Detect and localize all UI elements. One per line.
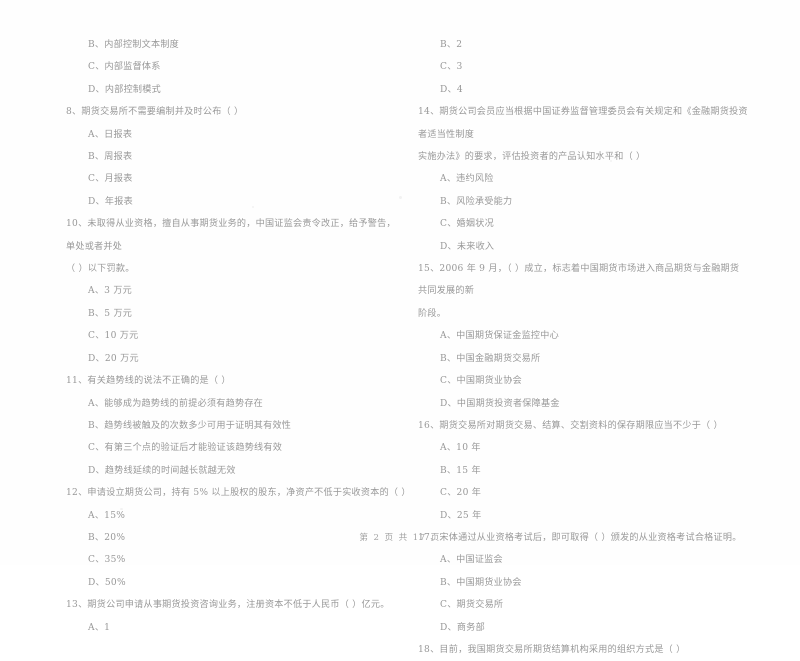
answer-option: D、年报表 (88, 196, 133, 207)
answer-option: B、15 年 (440, 465, 481, 476)
question-text: 18、目前，我国期货交易所期货结算机构采用的组织方式是（ ） (418, 644, 686, 655)
answer-option: C、有第三个点的验证后才能验证该趋势线有效 (88, 443, 283, 454)
question-text-continuation: （ ）以下罚款。 (66, 264, 135, 275)
answer-option: D、4 (440, 84, 463, 95)
question-stem: 18、目前，我国期货交易所期货结算机构采用的组织方式是（ ） (418, 639, 748, 661)
question-text: 8、期货交易所不需要编制并及时公布（ ） (66, 107, 244, 118)
question-stem: 8、期货交易所不需要编制并及时公布（ ） (66, 101, 396, 123)
answer-option: B、中国期货业协会 (440, 577, 522, 588)
answer-option: A、日报表 (88, 129, 133, 140)
answer-option: A、3 万元 (88, 286, 133, 297)
answer-option: B、风险承受能力 (440, 196, 513, 207)
question-text: 11、有关趋势线的说法不正确的是（ ） (66, 376, 231, 387)
answer-option: A、能够成为趋势线的前提必须有趋势存在 (88, 398, 264, 409)
question-text: 14、期货公司会员应当根据中国证券监督管理委员会有关规定和《金融期货投资者适当性… (418, 107, 748, 140)
answer-option: C、10 万元 (88, 331, 139, 342)
answer-option: A、违约风险 (440, 174, 494, 185)
answer-option: D、25 年 (440, 510, 482, 521)
question-stem: 16、期货交易所对期货交易、结算、交割资料的保存期限应当不少于（ ） (418, 415, 748, 437)
answer-option: D、20 万元 (88, 353, 139, 364)
question-text: 15、2006 年 9 月，（ ）成立，标志着中国期货市场进入商品期货与金融期货… (418, 264, 740, 297)
answer-option: D、50% (88, 577, 126, 588)
answer-option: B、内部控制文本制度 (88, 40, 180, 50)
answer-option: D、商务部 (440, 622, 485, 633)
question-stem: 13、期货公司申请从事期货投资咨询业务，注册资本不低于人民币（ ）亿元。 (66, 594, 396, 616)
answer-option: C、20 年 (440, 488, 482, 499)
answer-option: C、3 (440, 62, 463, 73)
question-stem: 15、2006 年 9 月，（ ）成立，标志着中国期货市场进入商品期货与金融期货… (418, 258, 748, 325)
answer-option: D、趋势线延续的时间越长就越无效 (88, 465, 236, 476)
answer-option: D、中国期货投资者保障基金 (440, 398, 560, 409)
answer-option: A、15% (88, 510, 126, 521)
answer-option: B、趋势线被触及的次数多少可用于证明其有效性 (88, 420, 292, 431)
answer-option: C、婚姻状况 (440, 219, 494, 230)
right-column: B、2 C、3 D、4 14、期货公司会员应当根据中国证券监督管理委员会有关规定和《金… (418, 34, 748, 661)
answer-option: A、中国证监会 (440, 555, 503, 566)
answer-option: B、周报表 (88, 152, 133, 163)
answer-option: A、中国期货保证金监控中心 (440, 331, 559, 342)
question-text-continuation: 实施办法》的要求，评估投资者的产品认知水平和（ ） (418, 152, 646, 163)
question-text: 12、申请设立期货公司，持有 5% 以上股权的股东，净资产不低于实收资本的（ ） (66, 488, 411, 499)
question-stem: 14、期货公司会员应当根据中国证券监督管理委员会有关规定和《金融期货投资者适当性… (418, 101, 748, 168)
question-stem: 10、未取得从业资格，擅自从事期货业务的，中国证监会责令改正，给予警告，单处或者… (66, 213, 396, 280)
answer-option: C、中国期货业协会 (440, 376, 522, 387)
answer-option: A、10 年 (440, 443, 481, 454)
scanned-text-layer: B、内部控制文本制度 C、内部监督体系 D、内部控制模式 8、期货交易所不需要编制并及… (0, 0, 800, 655)
answer-option: D、未来收入 (440, 241, 495, 252)
left-column: B、内部控制文本制度 C、内部监督体系 D、内部控制模式 8、期货交易所不需要编制并及… (66, 34, 411, 639)
answer-option: A、1 (88, 622, 111, 633)
question-text-continuation: 阶段。 (418, 308, 447, 319)
answer-option: D、内部控制模式 (88, 84, 161, 95)
question-stem: 11、有关趋势线的说法不正确的是（ ） (66, 370, 396, 392)
answer-option: C、35% (88, 555, 126, 566)
page-footer: 第 2 页 共 17 页 (359, 533, 441, 543)
question-text: 13、期货公司申请从事期货投资咨询业务，注册资本不低于人民币（ ）亿元。 (66, 600, 390, 611)
question-text: 16、期货交易所对期货交易、结算、交割资料的保存期限应当不少于（ ） (418, 420, 723, 431)
question-text: 10、未取得从业资格，擅自从事期货业务的，中国证监会责令改正，给予警告，单处或者… (66, 219, 396, 252)
answer-option: C、月报表 (88, 174, 133, 185)
document-page: B、内部控制文本制度 C、内部监督体系 D、内部控制模式 8、期货交易所不需要编制并及… (0, 0, 800, 655)
answer-option: B、中国金融期货交易所 (440, 353, 541, 364)
question-stem: 12、申请设立期货公司，持有 5% 以上股权的股东，净资产不低于实收资本的（ ） (66, 482, 411, 504)
answer-option: B、2 (440, 40, 463, 50)
answer-option: B、5 万元 (88, 308, 133, 319)
answer-option: C、内部监督体系 (88, 62, 161, 73)
answer-option: C、期货交易所 (440, 600, 504, 611)
